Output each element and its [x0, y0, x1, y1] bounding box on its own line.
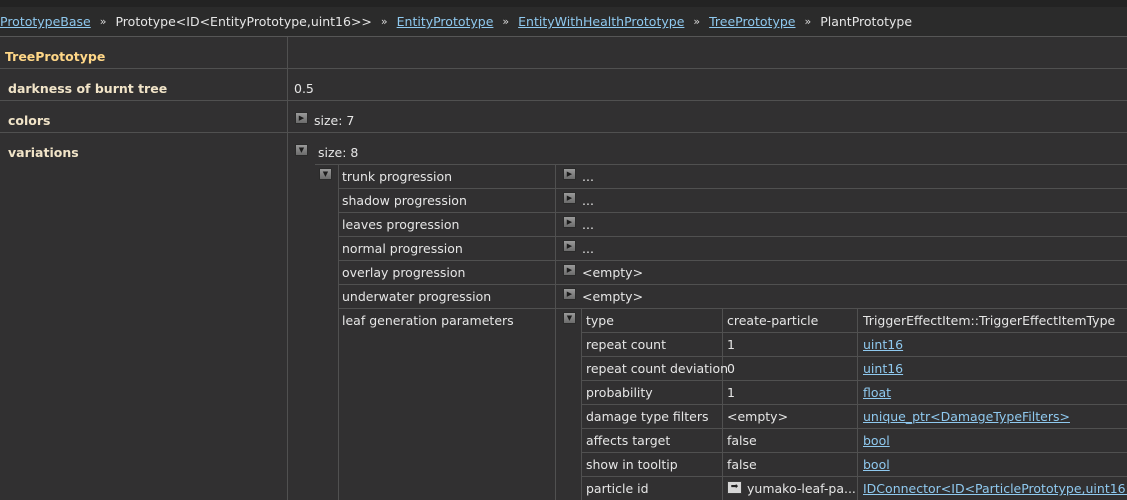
row-divider — [582, 380, 1127, 381]
row-divider — [0, 68, 1127, 69]
param-value-repeat-count-deviation: 0 — [727, 361, 735, 376]
row-divider — [339, 188, 1127, 189]
variation-label-leaf-generation: leaf generation parameters — [342, 313, 514, 328]
variation-label-underwater: underwater progression — [342, 289, 492, 304]
row-divider — [315, 164, 1127, 165]
variation-value-normal: ... — [582, 241, 594, 256]
breadcrumb-link-entitywithhealthprototype[interactable]: EntityWithHealthPrototype — [518, 14, 684, 29]
row-divider — [339, 260, 1127, 261]
breadcrumb-separator: » — [99, 15, 107, 28]
row-divider — [339, 212, 1127, 213]
param-name-affects-target: affects target — [586, 433, 671, 448]
breadcrumb-link-treeprototype[interactable]: TreePrototype — [709, 14, 795, 29]
row-divider — [339, 284, 1127, 285]
property-label-colors: colors — [8, 113, 51, 128]
param-value-damage-type-filters: <empty> — [727, 409, 789, 424]
param-type-link-damage-type-filters[interactable]: unique_ptr<DamageTypeFilters> — [863, 409, 1070, 425]
row-divider — [339, 308, 1127, 309]
param-type-link-affects-target[interactable]: bool — [863, 433, 890, 449]
expand-leaves-button[interactable]: ▶ — [563, 216, 576, 228]
window-top-strip — [0, 0, 1127, 7]
param-value-particle-id[interactable]: yumako-leaf-pa... — [747, 481, 856, 497]
column-divider — [287, 37, 288, 500]
param-value-type: create-particle — [727, 313, 819, 328]
expand-shadow-button[interactable]: ▶ — [563, 192, 576, 204]
variation-label-leaves: leaves progression — [342, 217, 460, 232]
breadcrumb: PrototypeBase » Prototype<ID<EntityProto… — [0, 7, 1127, 37]
param-value-show-in-tooltip: false — [727, 457, 757, 472]
param-name-repeat-count-deviation: repeat count deviation — [586, 361, 729, 376]
expand-underwater-button[interactable]: ▶ — [563, 288, 576, 300]
triangle-down-icon: ▼ — [298, 145, 305, 154]
expand-normal-button[interactable]: ▶ — [563, 240, 576, 252]
param-type-link-repeat-count[interactable]: uint16 — [863, 337, 903, 353]
triangle-right-icon: ▶ — [298, 113, 305, 122]
variation-value-leaves: ... — [582, 217, 594, 232]
variation-value-trunk: ... — [582, 169, 594, 184]
triangle-right-icon: ▶ — [566, 169, 573, 178]
param-value-repeat-count: 1 — [727, 337, 735, 352]
expand-colors-button[interactable]: ▶ — [295, 112, 308, 124]
breadcrumb-link-entityprototype[interactable]: EntityPrototype — [397, 14, 494, 29]
expand-overlay-button[interactable]: ▶ — [563, 264, 576, 276]
nested-column-divider — [555, 165, 556, 500]
param-name-repeat-count: repeat count — [586, 337, 666, 352]
param-name-probability: probability — [586, 385, 653, 400]
section-title: TreePrototype — [5, 49, 106, 64]
row-divider — [582, 332, 1127, 333]
param-name-particle-id: particle id — [586, 481, 649, 496]
triangle-down-icon: ▼ — [566, 313, 573, 322]
variation-value-shadow: ... — [582, 193, 594, 208]
row-divider — [0, 132, 1127, 133]
breadcrumb-separator: » — [804, 15, 812, 28]
variation-label-overlay: overlay progression — [342, 265, 466, 280]
property-value-darkness: 0.5 — [294, 81, 314, 96]
row-divider — [0, 100, 1127, 101]
breadcrumb-separator: » — [380, 15, 388, 28]
arrow-right-icon: ➡ — [730, 482, 739, 492]
breadcrumb-item-prototype: Prototype<ID<EntityPrototype,uint16>> — [115, 14, 372, 29]
param-name-show-in-tooltip: show in tooltip — [586, 457, 678, 472]
param-type-type: TriggerEffectItem::TriggerEffectItemType — [863, 313, 1116, 328]
collapse-variations-button[interactable]: ▼ — [295, 144, 308, 156]
param-type-link-particle-id[interactable]: IDConnector<ID<ParticlePrototype,uint16>… — [863, 481, 1127, 497]
param-value-affects-target: false — [727, 433, 757, 448]
nested-column-divider — [338, 165, 339, 500]
breadcrumb-link-prototypebase[interactable]: PrototypeBase — [0, 14, 91, 29]
breadcrumb-separator: » — [693, 15, 701, 28]
row-divider — [582, 404, 1127, 405]
triangle-right-icon: ▶ — [566, 241, 573, 250]
variation-label-shadow: shadow progression — [342, 193, 467, 208]
row-divider — [582, 452, 1127, 453]
triangle-right-icon: ▶ — [566, 289, 573, 298]
param-name-damage-type-filters: damage type filters — [586, 409, 709, 424]
param-type-link-probability[interactable]: float — [863, 385, 891, 401]
triangle-right-icon: ▶ — [566, 265, 573, 274]
param-type-link-repeat-count-deviation[interactable]: uint16 — [863, 361, 903, 377]
row-divider — [582, 356, 1127, 357]
variation-label-normal: normal progression — [342, 241, 463, 256]
row-divider — [582, 428, 1127, 429]
collapse-variation-item-button[interactable]: ▼ — [319, 168, 332, 180]
expand-trunk-button[interactable]: ▶ — [563, 168, 576, 180]
property-label-darkness: darkness of burnt tree — [8, 81, 168, 96]
property-value-variations: size: 8 — [318, 145, 359, 160]
variation-value-underwater: <empty> — [582, 289, 644, 304]
breadcrumb-item-current: PlantPrototype — [820, 14, 913, 29]
param-type-link-show-in-tooltip[interactable]: bool — [863, 457, 890, 473]
triangle-right-icon: ▶ — [566, 217, 573, 226]
triangle-down-icon: ▼ — [322, 169, 329, 178]
property-value-colors: size: 7 — [314, 113, 355, 128]
param-value-probability: 1 — [727, 385, 735, 400]
triangle-right-icon: ▶ — [566, 193, 573, 202]
property-label-variations: variations — [8, 145, 79, 160]
variation-label-trunk: trunk progression — [342, 169, 453, 184]
row-divider — [339, 236, 1127, 237]
collapse-leaf-generation-button[interactable]: ▼ — [563, 312, 576, 324]
param-name-type: type — [586, 313, 614, 328]
goto-particle-button[interactable]: ➡ — [727, 481, 742, 494]
variation-value-overlay: <empty> — [582, 265, 644, 280]
row-divider — [582, 476, 1127, 477]
breadcrumb-separator: » — [502, 15, 510, 28]
